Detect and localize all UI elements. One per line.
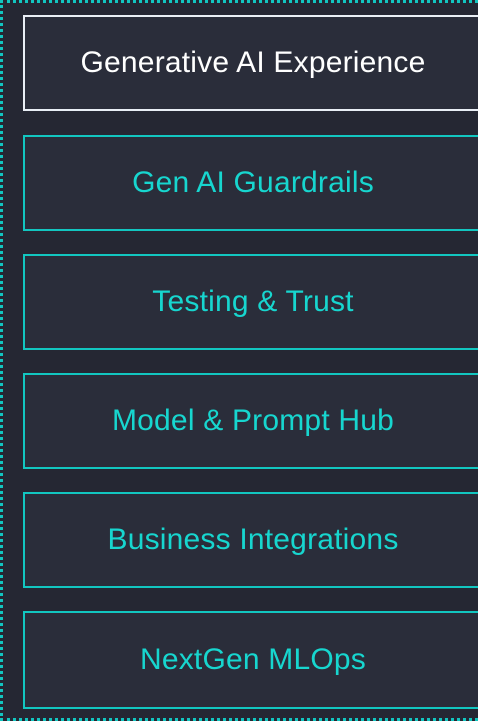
menu-item-label: Business Integrations <box>107 523 399 556</box>
menu-item-label: Model & Prompt Hub <box>111 404 395 437</box>
menu-item-label: NextGen MLOps <box>139 643 367 676</box>
menu-item-nextgen-mlops[interactable]: NextGen MLOps <box>23 611 478 709</box>
menu-item-business-integrations[interactable]: Business Integrations <box>23 492 478 588</box>
menu-container: Generative AI Experience Gen AI Guardrai… <box>0 0 478 721</box>
menu-item-label: Testing & Trust <box>152 285 354 318</box>
menu-item-gen-ai-guardrails[interactable]: Gen AI Guardrails <box>23 135 478 231</box>
menu-item-testing-trust[interactable]: Testing & Trust <box>23 254 478 350</box>
menu-item-label: Generative AI Experience <box>80 46 426 79</box>
menu-item-model-prompt-hub[interactable]: Model & Prompt Hub <box>23 373 478 469</box>
menu-item-generative-ai-experience[interactable]: Generative AI Experience <box>23 15 478 111</box>
menu-item-label: Gen AI Guardrails <box>132 166 374 199</box>
